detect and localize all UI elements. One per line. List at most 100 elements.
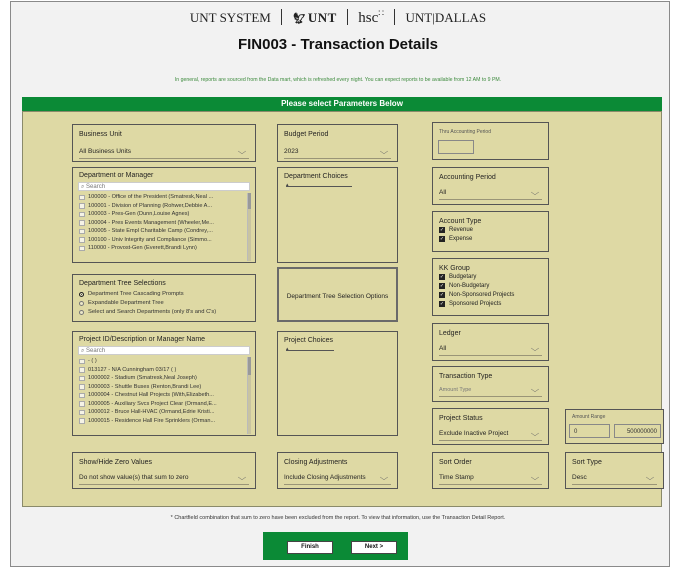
ledger-slicer: Ledger All ⌵ [432,323,549,361]
chevron-down-icon: ⌵ [530,385,540,394]
amount-range-slicer: Amount Range 0 500000000 [565,409,664,444]
closing-adjustments-slicer: Closing Adjustments Include Closing Adju… [277,452,398,489]
chevron-down-icon: ⌵ [530,188,540,197]
transaction-type-slicer: Transaction Type Amount Type ⌵ [432,366,549,402]
department-tree-options-button[interactable]: Department Tree Selection Options [277,267,398,322]
account-type-expense[interactable]: ✓ Expense [439,235,472,243]
checkbox[interactable] [79,392,85,398]
next-button[interactable]: Next > [351,541,397,554]
chevron-down-icon: ⌵ [530,429,540,438]
checkbox[interactable] [79,220,85,226]
page-title: FIN003 - Transaction Details [237,36,439,53]
project-scrollbar[interactable] [247,357,251,434]
checkbox[interactable] [79,203,85,209]
transaction-type-placeholder: Amount Type [439,387,472,393]
account-type-slicer: Account Type ✓ Revenue ✓ Expense [432,211,549,252]
logo-divider [347,9,349,25]
list-item[interactable]: - ( ) [78,357,246,366]
thru-accounting-period-input[interactable] [438,140,474,154]
chevron-down-icon: ⌵ [530,473,540,482]
checkmark-icon: ✓ [439,283,445,289]
caret-up-icon: ▴ [286,182,289,188]
list-item[interactable]: 1000005 - Auxiliary Svcs Project Clear (… [78,400,246,409]
accounting-period-dropdown[interactable]: All ⌵ [439,186,542,200]
kk-group-budgetary[interactable]: ✓ Budgetary [439,273,476,281]
list-item[interactable]: 1000015 - Residence Hall Fire Sprinklers… [78,417,246,426]
logo-divider [394,9,396,25]
project-search-input[interactable]: ⌕ Search [78,346,250,355]
list-item[interactable]: 100100 - Univ Integrity and Compliance (… [78,236,246,245]
checkbox[interactable] [79,194,85,200]
divider [286,186,352,187]
finish-button[interactable]: Finish [287,541,333,554]
closing-adjustments-dropdown[interactable]: Include Closing Adjustments ⌵ [284,471,391,485]
checkbox[interactable] [79,245,85,251]
chevron-down-icon: ⌵ [379,147,389,156]
sort-order-dropdown[interactable]: Time Stamp ⌵ [439,471,542,485]
department-choices-label: Department Choices [284,173,348,180]
checkbox[interactable] [79,401,85,407]
list-item[interactable]: 013127 - N/A Cunningham 03/17 ( ) [78,366,246,375]
kk-group-non-sponsored[interactable]: ✓ Non-Sponsored Projects [439,291,514,299]
checkbox[interactable] [79,358,85,364]
list-item[interactable]: 100001 - Division of Planning (Rohwer,De… [78,202,246,211]
checkbox[interactable] [79,375,85,381]
business-unit-dropdown[interactable]: All Business Units ⌵ [79,145,249,159]
department-tree-label: Department Tree Selections [79,280,166,287]
checkbox[interactable] [79,211,85,217]
kk-group-sponsored[interactable]: ✓ Sponsored Projects [439,300,501,308]
logo-divider [281,9,283,25]
checkbox[interactable] [79,418,85,424]
checkbox[interactable] [79,237,85,243]
department-tree-selections: Department Tree Selections Department Tr… [72,274,256,322]
amount-range-max-input[interactable]: 500000000 [614,424,661,438]
checkmark-icon: ✓ [439,227,445,233]
checkbox[interactable] [79,367,85,373]
divider [286,350,334,351]
department-scrollbar[interactable] [247,193,251,261]
list-item[interactable]: 1000004 - Chestnut Hall Projects (With,E… [78,391,246,400]
budget-period-dropdown[interactable]: 2023 ⌵ [284,145,391,159]
checkbox[interactable] [79,409,85,415]
project-status-dropdown[interactable]: Exclude Inactive Project ⌵ [439,427,542,441]
transaction-type-dropdown[interactable]: Amount Type ⌵ [439,383,542,397]
checkbox[interactable] [79,228,85,234]
project-status-value: Exclude Inactive Project [439,430,509,437]
list-item[interactable]: 100004 - Pres Events Management (Wheeler… [78,219,246,228]
amount-range-min-input[interactable]: 0 [569,424,610,438]
account-type-revenue[interactable]: ✓ Revenue [439,226,473,234]
ledger-label: Ledger [439,330,461,337]
project-choices-label: Project Choices [284,337,334,344]
budget-period-slicer: Budget Period 2023 ⌵ [277,124,398,162]
show-hide-zero-dropdown[interactable]: Do not show value(s) that sum to zero ⌵ [79,471,249,485]
action-bar: Finish Next > [263,532,408,560]
chevron-down-icon: ⌵ [645,473,655,482]
ledger-dropdown[interactable]: All ⌵ [439,342,542,356]
parameters-header: Please select Parameters Below [22,97,662,111]
radio-icon [79,309,84,315]
kk-group-label: KK Group [439,265,470,272]
list-item[interactable]: 1000002 - Stadium (Smatresk,Neal Joseph) [78,374,246,383]
transaction-type-label: Transaction Type [439,373,493,380]
kk-group-non-budgetary[interactable]: ✓ Non-Budgetary [439,282,489,290]
eagle-icon: 🦅︎ [292,13,307,25]
sort-type-dropdown[interactable]: Desc ⌵ [572,471,657,485]
list-item[interactable]: 100003 - Pres-Gen (Dunn,Louise Agnes) [78,210,246,219]
list-item[interactable]: 100000 - Office of the President (Smatre… [78,193,246,202]
unt-logo: 🦅︎UNT [292,10,337,25]
list-item[interactable]: 110000 - Provost-Gen (Everett,Brandi Lyn… [78,244,246,253]
list-item[interactable]: 1000012 - Bruce Hall-HVAC (Ormand,Edrie … [78,408,246,417]
checkbox[interactable] [79,384,85,390]
sort-order-label: Sort Order [439,459,472,466]
hsc-logo: hsc∷ [358,8,385,26]
department-manager-slicer: Department or Manager ⌕ Search 100000 - … [72,167,256,263]
closing-adjustments-label: Closing Adjustments [284,459,348,466]
search-icon: ⌕ [81,348,85,354]
list-item[interactable]: 1000003 - Shuttle Buses (Renton,Brandi L… [78,383,246,392]
list-item[interactable]: 100005 - State Empl Charitable Camp (Con… [78,227,246,236]
department-search-input[interactable]: ⌕ Search [78,182,250,191]
unt-dallas-logo: UNT|DALLAS [405,10,487,25]
radio-expandable-tree[interactable]: Expandable Department Tree [79,299,164,307]
radio-cascading-prompts[interactable]: Department Tree Cascading Prompts [79,290,184,298]
radio-select-search[interactable]: Select and Search Departments (only 8's … [79,308,216,316]
